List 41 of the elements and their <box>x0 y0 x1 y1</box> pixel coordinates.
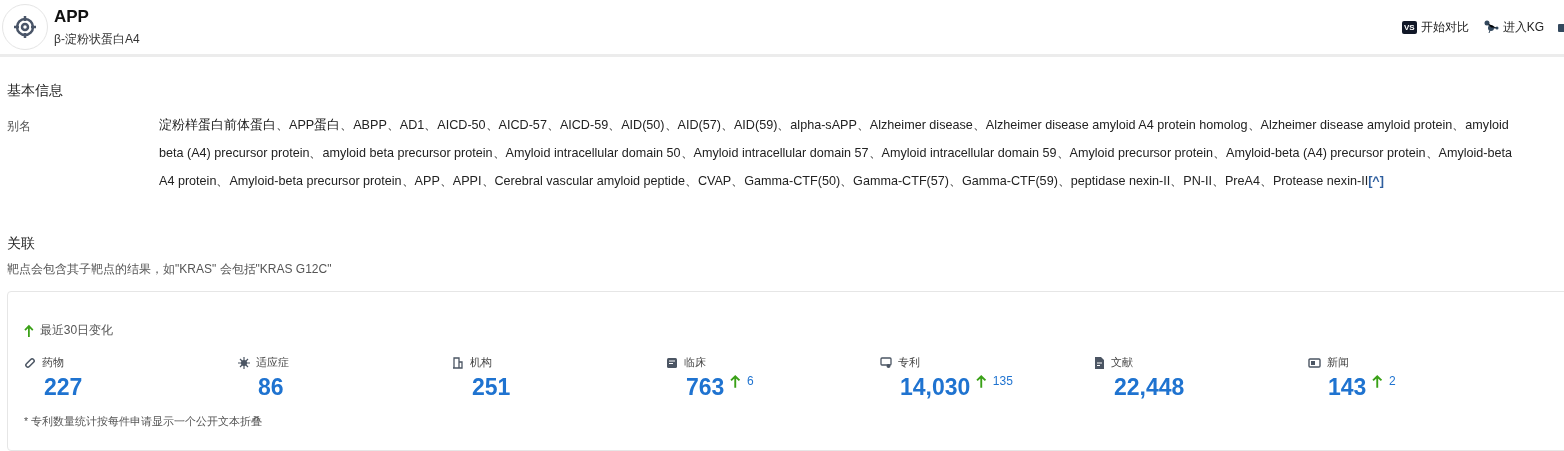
stat-label: 文献 <box>1111 355 1133 370</box>
section-heading: 关联 <box>7 235 36 253</box>
compare-link[interactable]: VS 开始对比 <box>1402 18 1469 36</box>
arrow-up-icon <box>1372 374 1383 389</box>
stat-change: 2 <box>1388 374 1396 388</box>
stat-label: 机构 <box>470 355 492 370</box>
stat-label: 专利 <box>898 355 920 370</box>
alias-list: 淀粉样蛋白前体蛋白、APP蛋白、ABPP、AD1、AICD-50、AICD-57、AICD-59、AID(50)、AID(57)、AID(59)、alpha-sAPP、Alzheimer disease、Alzheimer disease amyloid A4 protein homolog、Alzheimer disease amyloid protein、amyloid beta (A4) precursor protein、amyloid beta precursor protein、Amyloid intracellular domain 50、Amyloid intracellular domain 57、Amyloid intracellular domain 59、Amyloid precursor protein、Amyloid-beta (A4) precursor protein、Amyloid-beta A4 protein、Amyloid-beta precursor protein、APP、APPI、Cerebral vascular amyloid peptide、CVAP、Gamma-CTF(50)、Gamma-CTF(57)、Gamma-CTF(59)、peptidase nexin-II、PN-II、PreA4、Protease nexin-II[^] <box>159 111 1564 195</box>
certificate-icon <box>880 356 892 369</box>
arrow-up-icon <box>730 374 741 389</box>
stat-label: 临床 <box>684 355 706 370</box>
clipboard-icon <box>666 356 678 369</box>
stat-value[interactable]: 143 <box>1328 374 1367 401</box>
stat-value[interactable]: 251 <box>472 374 511 401</box>
building-icon <box>452 356 464 369</box>
stat-label: 新闻 <box>1327 355 1349 370</box>
stat-value[interactable]: 763 <box>686 374 725 401</box>
note-text: 靶点会包含其子靶点的结果，如"KRAS" 会包括"KRAS G12C" <box>7 261 333 278</box>
stat-value[interactable]: 22,448 <box>1114 374 1185 401</box>
arrow-up-icon <box>24 323 34 338</box>
field-label: 别名 <box>7 118 32 135</box>
stat-value[interactable]: 227 <box>44 374 83 401</box>
arrow-up-icon <box>976 374 987 389</box>
collapse-link[interactable]: [^] <box>1368 174 1384 188</box>
pill-icon <box>24 356 36 369</box>
stat-label: 药物 <box>42 355 64 370</box>
legend-text: 最近30日变化 <box>39 322 114 339</box>
target-subtitle: β-淀粉状蛋白A4 <box>54 30 141 48</box>
section-heading: 基本信息 <box>7 82 64 100</box>
stat-change: 6 <box>746 374 754 388</box>
stat-label: 适应症 <box>256 355 289 370</box>
kg-link[interactable]: 进入KG <box>1482 18 1544 36</box>
footnote: * 专利数量统计按每件申请显示一个公开文本折叠 <box>24 415 263 429</box>
virus-icon <box>238 356 250 369</box>
stat-value[interactable]: 86 <box>258 374 284 401</box>
stat-change: 135 <box>992 374 1013 388</box>
stat-value[interactable]: 14,030 <box>900 374 971 401</box>
newspaper-icon <box>1308 356 1321 369</box>
target-title: APP <box>54 6 90 27</box>
document-icon <box>1094 356 1105 369</box>
network-icon <box>1482 20 1499 34</box>
